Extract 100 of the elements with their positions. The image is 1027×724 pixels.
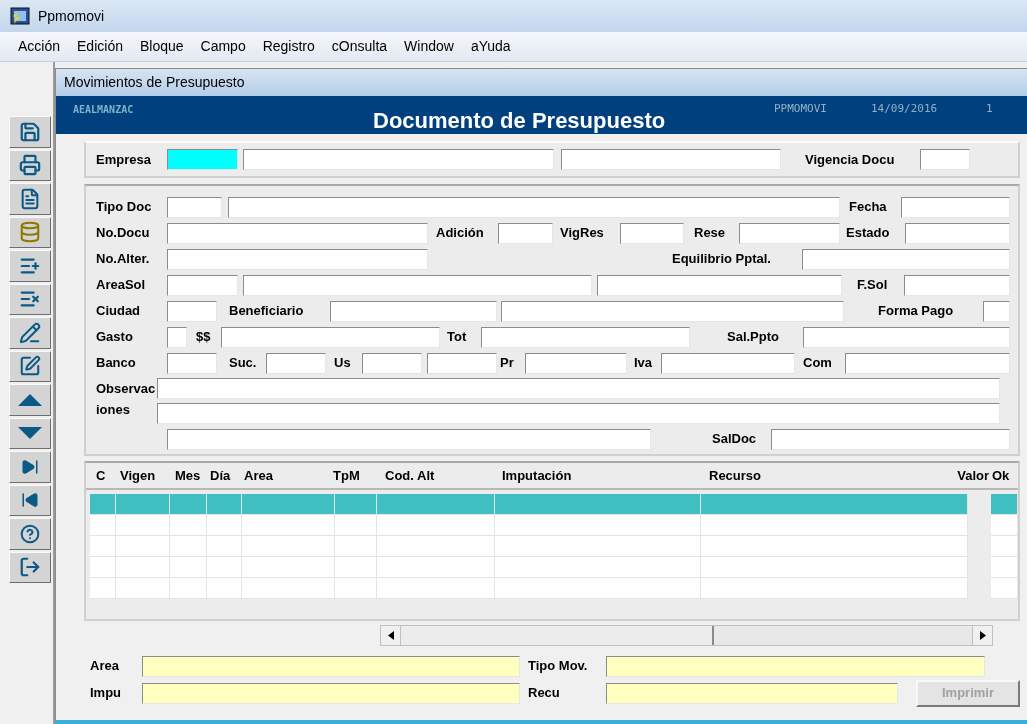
menu-item[interactable]: Window (404, 36, 454, 57)
input-field[interactable] (167, 326, 187, 348)
column-header: Mes (175, 466, 202, 485)
input-field[interactable] (167, 428, 651, 450)
input-field[interactable] (167, 222, 428, 244)
input-field[interactable] (157, 378, 1000, 399)
input-field[interactable] (228, 196, 840, 218)
field-label: $$ (196, 328, 212, 347)
exit-button[interactable] (9, 551, 51, 583)
table-row[interactable] (90, 494, 1018, 515)
field-label: Observaciones (96, 380, 156, 419)
input-field[interactable] (920, 149, 970, 170)
insert-record-button[interactable] (9, 250, 51, 282)
field-label: AreaSol (96, 276, 147, 295)
field-label: Estado (846, 224, 891, 243)
input-field[interactable] (167, 274, 238, 296)
first-record-button[interactable] (9, 484, 51, 516)
input-field[interactable] (167, 196, 222, 218)
column-header: C (96, 466, 107, 485)
field-label: F.Sol (857, 276, 889, 295)
field-label: No.Alter. (96, 250, 151, 269)
input-field[interactable] (167, 352, 217, 374)
field-label: Iva (634, 354, 654, 373)
field-label: Rese (694, 224, 727, 243)
input-field[interactable] (142, 655, 520, 677)
input-field[interactable] (561, 149, 781, 170)
input-field[interactable] (901, 196, 1010, 218)
input-field[interactable] (167, 300, 217, 322)
left-arrow-icon (387, 631, 394, 640)
down-triangle-icon (17, 426, 43, 441)
input-field[interactable] (606, 682, 898, 704)
column-header: Cod. Alt (385, 466, 436, 485)
field-label: Beneficiario (229, 302, 305, 321)
input-field[interactable] (498, 222, 553, 244)
field-label: Tot (447, 328, 468, 347)
input-field[interactable] (243, 274, 592, 296)
menu-item[interactable]: cOnsulta (331, 36, 388, 57)
input-field[interactable] (167, 149, 238, 170)
input-field[interactable] (330, 300, 497, 322)
field-label: Fecha (849, 198, 888, 217)
print-toolbar-button[interactable] (9, 149, 51, 181)
input-field[interactable] (983, 300, 1010, 322)
scroll-left-button[interactable] (381, 626, 401, 645)
scrollbar-thumb[interactable] (401, 626, 714, 645)
field-label: Empresa (96, 150, 152, 169)
document-icon (19, 187, 41, 210)
input-field[interactable] (142, 682, 520, 704)
input-field[interactable] (221, 326, 440, 348)
help-button[interactable] (9, 518, 51, 550)
input-field[interactable] (606, 655, 985, 677)
field-label: Pr (500, 354, 515, 373)
field-label: Banco (96, 354, 137, 373)
input-field[interactable] (845, 352, 1010, 374)
input-field[interactable] (739, 222, 840, 244)
exit-icon (19, 556, 41, 579)
horizontal-scrollbar[interactable] (380, 625, 993, 646)
input-field[interactable] (266, 352, 326, 374)
document-button[interactable] (9, 183, 51, 215)
menu-item[interactable]: Registro (262, 36, 315, 57)
column-header: Recurso (709, 466, 763, 485)
menu-item[interactable]: Edición (77, 36, 123, 57)
scroll-right-button[interactable] (972, 626, 992, 645)
input-field[interactable] (157, 403, 1000, 424)
skip-back-icon (21, 491, 39, 510)
edit-field-button[interactable] (9, 350, 51, 382)
field-label: Tipo Mov. (528, 657, 589, 676)
user-name: AEALMANZAC (73, 103, 135, 117)
save-button[interactable] (9, 116, 51, 148)
edit-button[interactable] (9, 317, 51, 349)
input-field[interactable] (904, 274, 1010, 296)
menu-item[interactable]: aYuda (470, 36, 511, 57)
input-field[interactable] (243, 149, 554, 170)
last-record-button[interactable] (9, 451, 51, 483)
menu-item[interactable]: Acción (18, 36, 61, 57)
input-field[interactable] (597, 274, 842, 296)
input-field[interactable] (905, 222, 1010, 244)
database-icon (19, 221, 41, 244)
input-field[interactable] (802, 248, 1010, 270)
input-field[interactable] (525, 352, 627, 374)
help-icon (20, 523, 40, 544)
previous-record-button[interactable] (9, 384, 51, 416)
menu-item[interactable]: Campo (200, 36, 246, 57)
next-record-button[interactable] (9, 417, 51, 449)
input-field[interactable] (803, 326, 1010, 348)
field-label: VigRes (560, 224, 605, 243)
current-date: 14/09/2016 (871, 101, 939, 117)
input-field[interactable] (427, 352, 497, 374)
input-field[interactable] (362, 352, 422, 374)
input-field[interactable] (167, 248, 428, 270)
field-label: Equilibrio Pptal. (672, 250, 772, 269)
delete-record-button[interactable] (9, 283, 51, 315)
input-field[interactable] (661, 352, 795, 374)
input-field[interactable] (771, 428, 1010, 450)
input-field[interactable] (481, 326, 690, 348)
input-field[interactable] (501, 300, 844, 322)
query-button[interactable] (9, 216, 51, 248)
field-label: Gasto (96, 328, 134, 347)
input-field[interactable] (620, 222, 684, 244)
field-label: Recu (528, 684, 561, 703)
menu-item[interactable]: Bloque (139, 36, 184, 57)
